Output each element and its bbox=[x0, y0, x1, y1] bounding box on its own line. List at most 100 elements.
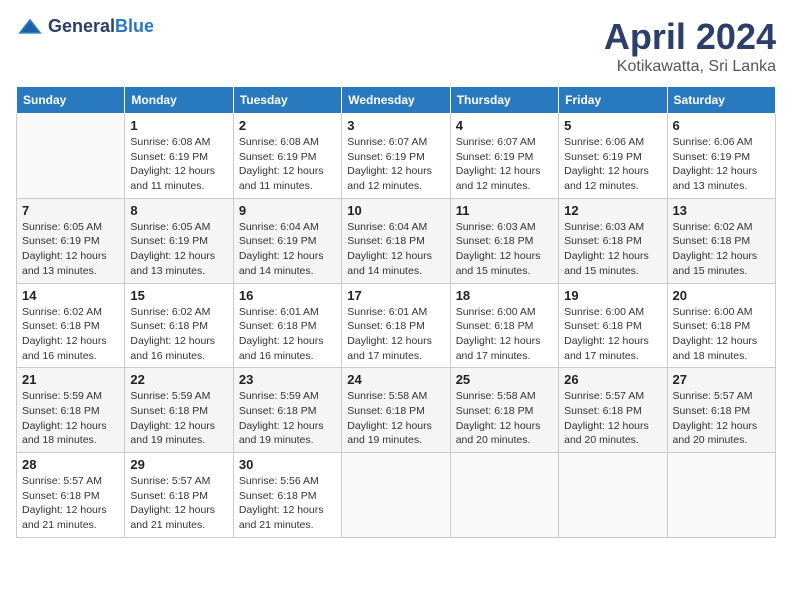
day-cell: 23 Sunrise: 5:59 AM Sunset: 6:18 PM Dayli… bbox=[233, 368, 341, 453]
logo: GeneralBlue bbox=[16, 16, 154, 37]
day-info: Sunrise: 5:56 AM Sunset: 6:18 PM Dayligh… bbox=[239, 474, 336, 533]
day-cell: 14 Sunrise: 6:02 AM Sunset: 6:18 PM Dayli… bbox=[17, 283, 125, 368]
week-row-2: 14 Sunrise: 6:02 AM Sunset: 6:18 PM Dayli… bbox=[17, 283, 776, 368]
day-number: 30 bbox=[239, 457, 336, 472]
day-info: Sunrise: 6:03 AM Sunset: 6:18 PM Dayligh… bbox=[456, 220, 553, 279]
day-number: 27 bbox=[673, 372, 770, 387]
weekday-wednesday: Wednesday bbox=[342, 87, 450, 114]
day-info: Sunrise: 6:02 AM Sunset: 6:18 PM Dayligh… bbox=[673, 220, 770, 279]
weekday-sunday: Sunday bbox=[17, 87, 125, 114]
day-number: 16 bbox=[239, 288, 336, 303]
day-number: 28 bbox=[22, 457, 119, 472]
day-cell: 4 Sunrise: 6:07 AM Sunset: 6:19 PM Daylig… bbox=[450, 114, 558, 199]
day-info: Sunrise: 5:59 AM Sunset: 6:18 PM Dayligh… bbox=[130, 389, 227, 448]
day-info: Sunrise: 6:06 AM Sunset: 6:19 PM Dayligh… bbox=[564, 135, 661, 194]
day-info: Sunrise: 6:05 AM Sunset: 6:19 PM Dayligh… bbox=[22, 220, 119, 279]
day-info: Sunrise: 6:07 AM Sunset: 6:19 PM Dayligh… bbox=[347, 135, 444, 194]
weekday-header-row: SundayMondayTuesdayWednesdayThursdayFrid… bbox=[17, 87, 776, 114]
day-info: Sunrise: 5:57 AM Sunset: 6:18 PM Dayligh… bbox=[673, 389, 770, 448]
weekday-thursday: Thursday bbox=[450, 87, 558, 114]
day-cell: 10Sunrise: 6:04 AM Sunset: 6:18 PM Dayli… bbox=[342, 198, 450, 283]
day-number: 5 bbox=[564, 118, 661, 133]
day-info: Sunrise: 6:03 AM Sunset: 6:18 PM Dayligh… bbox=[564, 220, 661, 279]
day-info: Sunrise: 6:01 AM Sunset: 6:18 PM Dayligh… bbox=[239, 305, 336, 364]
day-info: Sunrise: 5:57 AM Sunset: 6:18 PM Dayligh… bbox=[130, 474, 227, 533]
day-cell: 17 Sunrise: 6:01 AM Sunset: 6:18 PM Dayli… bbox=[342, 283, 450, 368]
day-cell bbox=[17, 114, 125, 199]
day-cell: 15 Sunrise: 6:02 AM Sunset: 6:18 PM Dayli… bbox=[125, 283, 233, 368]
day-number: 25 bbox=[456, 372, 553, 387]
day-cell: 5 Sunrise: 6:06 AM Sunset: 6:19 PM Daylig… bbox=[559, 114, 667, 199]
weekday-tuesday: Tuesday bbox=[233, 87, 341, 114]
day-info: Sunrise: 5:59 AM Sunset: 6:18 PM Dayligh… bbox=[239, 389, 336, 448]
week-row-1: 7 Sunrise: 6:05 AM Sunset: 6:19 PM Daylig… bbox=[17, 198, 776, 283]
day-info: Sunrise: 6:07 AM Sunset: 6:19 PM Dayligh… bbox=[456, 135, 553, 194]
day-number: 9 bbox=[239, 203, 336, 218]
general-blue-icon bbox=[16, 17, 44, 37]
day-info: Sunrise: 6:01 AM Sunset: 6:18 PM Dayligh… bbox=[347, 305, 444, 364]
weekday-friday: Friday bbox=[559, 87, 667, 114]
title-area: April 2024 Kotikawatta, Sri Lanka bbox=[604, 16, 776, 76]
calendar-header: SundayMondayTuesdayWednesdayThursdayFrid… bbox=[17, 87, 776, 114]
day-info: Sunrise: 5:58 AM Sunset: 6:18 PM Dayligh… bbox=[347, 389, 444, 448]
day-info: Sunrise: 6:02 AM Sunset: 6:18 PM Dayligh… bbox=[22, 305, 119, 364]
day-number: 4 bbox=[456, 118, 553, 133]
day-info: Sunrise: 6:04 AM Sunset: 6:19 PM Dayligh… bbox=[239, 220, 336, 279]
month-year: April 2024 bbox=[604, 16, 776, 58]
week-row-0: 1 Sunrise: 6:08 AM Sunset: 6:19 PM Daylig… bbox=[17, 114, 776, 199]
day-number: 18 bbox=[456, 288, 553, 303]
day-number: 24 bbox=[347, 372, 444, 387]
day-number: 2 bbox=[239, 118, 336, 133]
day-number: 20 bbox=[673, 288, 770, 303]
day-number: 22 bbox=[130, 372, 227, 387]
day-number: 14 bbox=[22, 288, 119, 303]
day-cell: 6 Sunrise: 6:06 AM Sunset: 6:19 PM Daylig… bbox=[667, 114, 775, 199]
week-row-4: 28 Sunrise: 5:57 AM Sunset: 6:18 PM Dayli… bbox=[17, 453, 776, 538]
day-number: 7 bbox=[22, 203, 119, 218]
day-number: 26 bbox=[564, 372, 661, 387]
day-number: 13 bbox=[673, 203, 770, 218]
day-cell bbox=[667, 453, 775, 538]
day-cell: 2 Sunrise: 6:08 AM Sunset: 6:19 PM Daylig… bbox=[233, 114, 341, 199]
day-cell: 27 Sunrise: 5:57 AM Sunset: 6:18 PM Dayli… bbox=[667, 368, 775, 453]
day-cell: 20 Sunrise: 6:00 AM Sunset: 6:18 PM Dayli… bbox=[667, 283, 775, 368]
day-number: 6 bbox=[673, 118, 770, 133]
day-cell: 8 Sunrise: 6:05 AM Sunset: 6:19 PM Daylig… bbox=[125, 198, 233, 283]
day-cell: 9 Sunrise: 6:04 AM Sunset: 6:19 PM Daylig… bbox=[233, 198, 341, 283]
day-cell: 1 Sunrise: 6:08 AM Sunset: 6:19 PM Daylig… bbox=[125, 114, 233, 199]
day-number: 12 bbox=[564, 203, 661, 218]
day-number: 8 bbox=[130, 203, 227, 218]
day-info: Sunrise: 6:06 AM Sunset: 6:19 PM Dayligh… bbox=[673, 135, 770, 194]
day-cell: 21 Sunrise: 5:59 AM Sunset: 6:18 PM Dayli… bbox=[17, 368, 125, 453]
day-cell: 7 Sunrise: 6:05 AM Sunset: 6:19 PM Daylig… bbox=[17, 198, 125, 283]
day-cell: 29 Sunrise: 5:57 AM Sunset: 6:18 PM Dayli… bbox=[125, 453, 233, 538]
day-number: 1 bbox=[130, 118, 227, 133]
day-info: Sunrise: 6:00 AM Sunset: 6:18 PM Dayligh… bbox=[456, 305, 553, 364]
logo-general: GeneralBlue bbox=[48, 16, 154, 37]
day-cell bbox=[342, 453, 450, 538]
day-info: Sunrise: 6:08 AM Sunset: 6:19 PM Dayligh… bbox=[239, 135, 336, 194]
day-number: 29 bbox=[130, 457, 227, 472]
day-number: 17 bbox=[347, 288, 444, 303]
day-number: 21 bbox=[22, 372, 119, 387]
header: GeneralBlue April 2024 Kotikawatta, Sri … bbox=[16, 16, 776, 76]
day-info: Sunrise: 5:59 AM Sunset: 6:18 PM Dayligh… bbox=[22, 389, 119, 448]
day-cell: 25Sunrise: 5:58 AM Sunset: 6:18 PM Dayli… bbox=[450, 368, 558, 453]
day-cell bbox=[450, 453, 558, 538]
day-info: Sunrise: 6:05 AM Sunset: 6:19 PM Dayligh… bbox=[130, 220, 227, 279]
day-cell: 22 Sunrise: 5:59 AM Sunset: 6:18 PM Dayli… bbox=[125, 368, 233, 453]
day-cell: 19Sunrise: 6:00 AM Sunset: 6:18 PM Dayli… bbox=[559, 283, 667, 368]
day-number: 11 bbox=[456, 203, 553, 218]
day-number: 23 bbox=[239, 372, 336, 387]
location: Kotikawatta, Sri Lanka bbox=[604, 58, 776, 76]
day-info: Sunrise: 6:00 AM Sunset: 6:18 PM Dayligh… bbox=[673, 305, 770, 364]
day-cell bbox=[559, 453, 667, 538]
day-info: Sunrise: 6:00 AM Sunset: 6:18 PM Dayligh… bbox=[564, 305, 661, 364]
day-number: 3 bbox=[347, 118, 444, 133]
calendar-body: 1 Sunrise: 6:08 AM Sunset: 6:19 PM Daylig… bbox=[17, 114, 776, 538]
day-cell: 18 Sunrise: 6:00 AM Sunset: 6:18 PM Dayli… bbox=[450, 283, 558, 368]
day-info: Sunrise: 6:02 AM Sunset: 6:18 PM Dayligh… bbox=[130, 305, 227, 364]
day-number: 15 bbox=[130, 288, 227, 303]
day-number: 10 bbox=[347, 203, 444, 218]
day-info: Sunrise: 6:08 AM Sunset: 6:19 PM Dayligh… bbox=[130, 135, 227, 194]
